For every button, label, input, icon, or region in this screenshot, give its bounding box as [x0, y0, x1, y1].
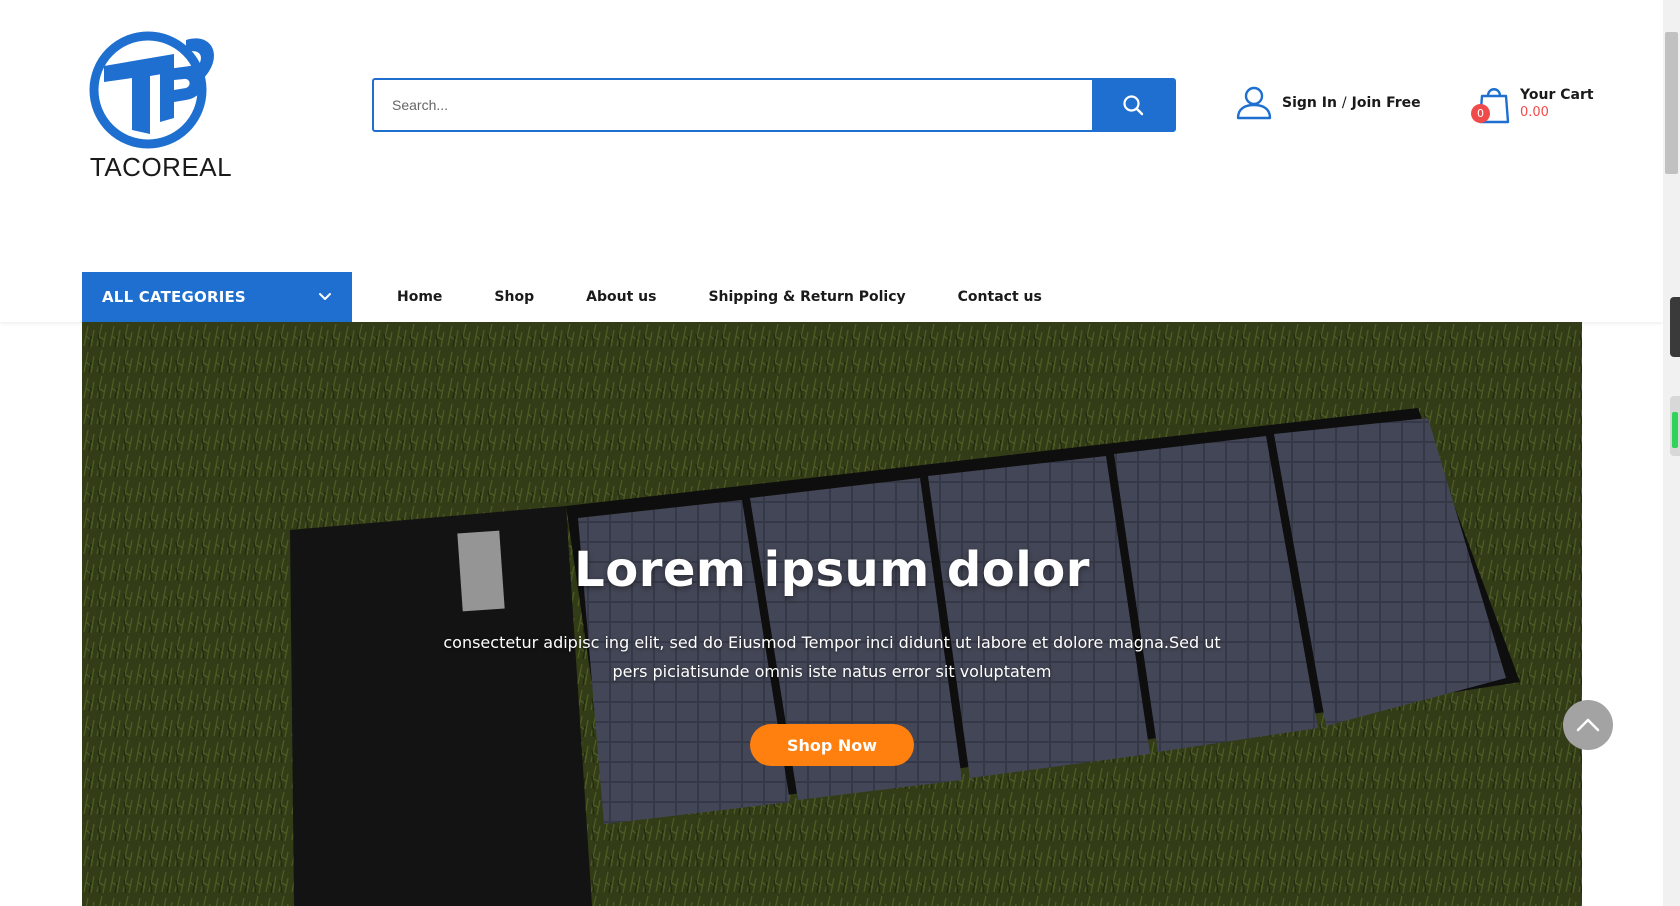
search-button[interactable] [1092, 80, 1174, 130]
hero-image-solar-panel [82, 322, 1582, 906]
cart-title: Your Cart [1520, 87, 1594, 103]
side-widget-indicator[interactable] [1670, 396, 1680, 456]
site-logo[interactable]: TACOREAL [82, 26, 240, 186]
main-menu: Home Shop About us Shipping & Return Pol… [397, 272, 1094, 322]
nav-shipping-return-policy[interactable]: Shipping & Return Policy [708, 289, 905, 305]
nav-contact-us[interactable]: Contact us [958, 289, 1042, 305]
nav-shop[interactable]: Shop [494, 289, 534, 305]
hero-banner: Lorem ipsum dolor consectetur adipisc in… [82, 322, 1582, 906]
account-separator: / [1341, 95, 1347, 111]
scroll-to-top-button[interactable] [1563, 700, 1613, 750]
logo-mark-icon [89, 31, 215, 149]
page: TACOREAL Sign In/ Join Free 0 [0, 0, 1680, 906]
side-widget-level-bar [1672, 412, 1678, 448]
chevron-up-icon [1576, 718, 1600, 732]
logo-text: TACOREAL [89, 152, 233, 182]
join-free-link[interactable]: Join Free [1352, 95, 1421, 111]
hero-subtitle: consectetur adipisc ing elit, sed do Eiu… [443, 633, 1221, 681]
account-link[interactable]: Sign In / Join Free [1236, 86, 1421, 120]
search-input[interactable] [374, 80, 1092, 130]
user-icon [1236, 86, 1272, 120]
cart-icon-wrap: 0 [1471, 84, 1512, 126]
hero-title: Lorem ipsum dolor [574, 542, 1090, 598]
nav-about-us[interactable]: About us [586, 289, 656, 305]
search-icon [1123, 95, 1144, 116]
shop-now-button[interactable]: Shop Now [750, 724, 914, 766]
cart-amount: 0.00 [1520, 105, 1549, 120]
scrollbar-thumb[interactable] [1665, 32, 1678, 174]
chevron-down-icon [319, 293, 331, 300]
cart-count-badge: 0 [1471, 104, 1490, 123]
sign-in-link[interactable]: Sign In [1282, 95, 1337, 111]
side-widget-tab[interactable] [1670, 297, 1680, 357]
search-bar [372, 78, 1176, 132]
cart-summary: Your Cart 0.00 [1520, 86, 1594, 122]
account-label: Sign In / Join Free [1282, 95, 1421, 111]
all-categories-dropdown[interactable]: ALL CATEGORIES [82, 272, 352, 322]
categories-label: ALL CATEGORIES [102, 288, 246, 306]
cart-button[interactable]: 0 Your Cart 0.00 [1471, 84, 1594, 126]
nav-home[interactable]: Home [397, 289, 442, 305]
